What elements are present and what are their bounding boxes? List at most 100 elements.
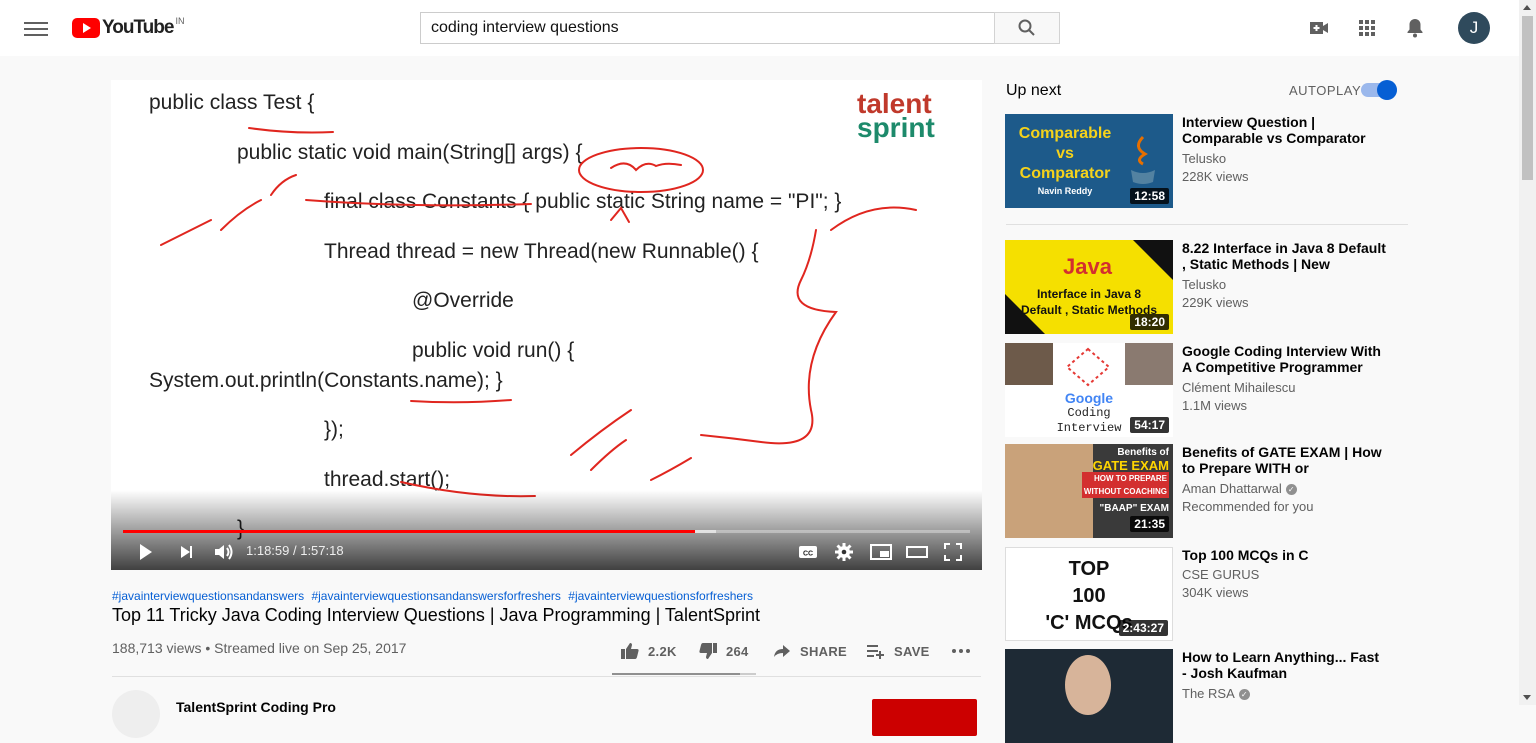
hashtag-link[interactable]: #javainterviewquestionsandanswersforfres…	[311, 589, 560, 603]
suggested-video-card[interactable]: Java Interface in Java 8 Default , Stati…	[1005, 240, 1405, 334]
autoplay-toggle[interactable]	[1361, 80, 1397, 100]
next-button[interactable]	[179, 542, 195, 562]
channel-name[interactable]: TalentSprint Coding Pro	[176, 699, 336, 715]
suggested-video-card[interactable]: Benefits of GATE EXAM HOW TO PREPARE WIT…	[1005, 444, 1405, 538]
sentiment-like-portion	[612, 673, 740, 675]
play-icon	[140, 544, 152, 560]
video-title[interactable]: 8.22 Interface in Java 8 Default , Stati…	[1182, 240, 1387, 272]
channel-name[interactable]: Clément Mihailescu	[1182, 380, 1295, 395]
create-video-icon[interactable]	[1307, 16, 1331, 40]
video-duration: 18:20	[1130, 314, 1169, 330]
hashtags: #javainterviewquestionsandanswers #javai…	[112, 589, 753, 603]
page-scrollbar[interactable]	[1519, 0, 1536, 705]
volume-icon	[215, 544, 233, 560]
channel-name[interactable]: The RSA ✓	[1182, 686, 1250, 701]
search-input[interactable]: coding interview questions	[420, 12, 995, 44]
video-thumbnail[interactable]: TOP 100 'C' MCQs 2:43:27	[1005, 547, 1173, 641]
suggested-video-card[interactable]: How to Learn Anything... Fast - Josh Kau…	[1005, 649, 1405, 743]
hashtag-link[interactable]: #javainterviewquestionsforfreshers	[568, 589, 753, 603]
channel-name[interactable]: Telusko	[1182, 151, 1226, 166]
notifications-bell-icon[interactable]	[1403, 16, 1427, 40]
more-actions-button[interactable]	[951, 641, 971, 661]
search-button[interactable]	[994, 12, 1060, 44]
miniplayer-button[interactable]	[870, 542, 892, 562]
view-count-and-date: 188,713 views • Streamed live on Sep 25,…	[112, 640, 407, 656]
thumbs-down-icon	[699, 643, 717, 659]
fullscreen-icon	[944, 543, 962, 561]
settings-button[interactable]	[834, 542, 854, 562]
captions-icon: CC	[799, 546, 817, 558]
channel-name[interactable]: Telusko	[1182, 277, 1226, 292]
captions-button[interactable]: CC	[798, 542, 818, 562]
like-count: 2.2K	[648, 643, 677, 659]
share-button[interactable]: SHARE	[772, 641, 847, 661]
divider	[112, 676, 981, 677]
video-title[interactable]: Benefits of GATE EXAM | How to Prepare W…	[1182, 444, 1387, 476]
save-label: SAVE	[894, 643, 930, 659]
video-duration: 2:43:27	[1118, 620, 1168, 636]
youtube-play-icon	[72, 18, 100, 38]
progress-bar[interactable]	[123, 530, 970, 533]
scroll-down-arrow-icon[interactable]	[1523, 695, 1531, 700]
suggested-video-card[interactable]: Comparable vs Comparator Navin Reddy 12:…	[1005, 114, 1405, 208]
time-display: 1:18:59 / 1:57:18	[246, 543, 344, 558]
video-thumbnail[interactable]: Google Coding Interview 54:17	[1005, 343, 1173, 437]
progress-played	[123, 530, 695, 533]
more-horizontal-icon	[952, 649, 970, 653]
sentiment-bar	[612, 673, 756, 675]
toggle-knob	[1377, 80, 1397, 100]
play-button[interactable]	[138, 542, 154, 562]
playlist-add-icon	[867, 645, 884, 659]
scroll-up-arrow-icon[interactable]	[1523, 5, 1531, 10]
channel-name[interactable]: CSE GURUS	[1182, 567, 1259, 582]
autoplay-label: AUTOPLAY	[1289, 83, 1362, 98]
video-thumbnail[interactable]: Java Interface in Java 8 Default , Stati…	[1005, 240, 1173, 334]
hashtag-link[interactable]: #javainterviewquestionsandanswers	[112, 589, 304, 603]
up-next-heading: Up next	[1006, 82, 1062, 99]
save-button[interactable]: SAVE	[866, 641, 930, 661]
view-count: 228K views	[1182, 169, 1249, 184]
video-player[interactable]: public class Test { public static void m…	[111, 80, 982, 570]
logo-text: YouTube	[102, 17, 174, 38]
video-thumbnail[interactable]: Comparable vs Comparator Navin Reddy 12:…	[1005, 114, 1173, 208]
thumbs-up-icon	[621, 643, 639, 659]
country-code: IN	[175, 16, 185, 26]
video-title[interactable]: Interview Question | Comparable vs Compa…	[1182, 114, 1387, 146]
verified-badge-icon: ✓	[1285, 484, 1297, 496]
like-button[interactable]: 2.2K	[620, 641, 677, 661]
apps-grid-icon[interactable]	[1355, 16, 1379, 40]
dislike-count: 264	[726, 643, 749, 659]
video-title[interactable]: Top 100 MCQs in C	[1182, 547, 1387, 563]
video-duration: 21:35	[1130, 516, 1169, 532]
video-duration: 54:17	[1130, 417, 1169, 433]
fullscreen-button[interactable]	[943, 542, 963, 562]
top-bar: YouTube IN coding interview questions J	[0, 0, 1519, 56]
video-thumbnail[interactable]: Benefits of GATE EXAM HOW TO PREPARE WIT…	[1005, 444, 1173, 538]
suggested-video-card[interactable]: TOP 100 'C' MCQs 2:43:27 Top 100 MCQs in…	[1005, 547, 1405, 641]
scrollbar-thumb[interactable]	[1522, 16, 1533, 180]
video-duration: 12:58	[1130, 188, 1169, 204]
verified-badge-icon: ✓	[1238, 689, 1250, 701]
video-thumbnail[interactable]	[1005, 649, 1173, 743]
youtube-logo[interactable]: YouTube IN	[72, 16, 185, 39]
channel-avatar[interactable]	[112, 690, 160, 738]
menu-icon[interactable]	[24, 18, 48, 38]
gear-icon	[835, 543, 853, 561]
view-count: 304K views	[1182, 585, 1249, 600]
theater-mode-button[interactable]	[906, 542, 928, 562]
share-icon	[774, 645, 790, 657]
view-count: 229K views	[1182, 295, 1249, 310]
video-title[interactable]: Google Coding Interview With A Competiti…	[1182, 343, 1387, 375]
svg-text:CC: CC	[803, 551, 813, 558]
channel-name[interactable]: Aman Dhattarwal ✓	[1182, 481, 1297, 496]
dislike-button[interactable]: 264	[698, 641, 749, 661]
account-avatar[interactable]: J	[1458, 12, 1490, 44]
share-label: SHARE	[800, 643, 848, 659]
miniplayer-icon	[870, 544, 892, 560]
suggested-video-card[interactable]: Google Coding Interview 54:17 Google Cod…	[1005, 343, 1405, 437]
theater-mode-icon	[906, 546, 928, 558]
video-title[interactable]: How to Learn Anything... Fast - Josh Kau…	[1182, 649, 1387, 681]
volume-button[interactable]	[213, 542, 235, 562]
view-count: 1.1M views	[1182, 398, 1248, 413]
divider	[1006, 224, 1408, 225]
